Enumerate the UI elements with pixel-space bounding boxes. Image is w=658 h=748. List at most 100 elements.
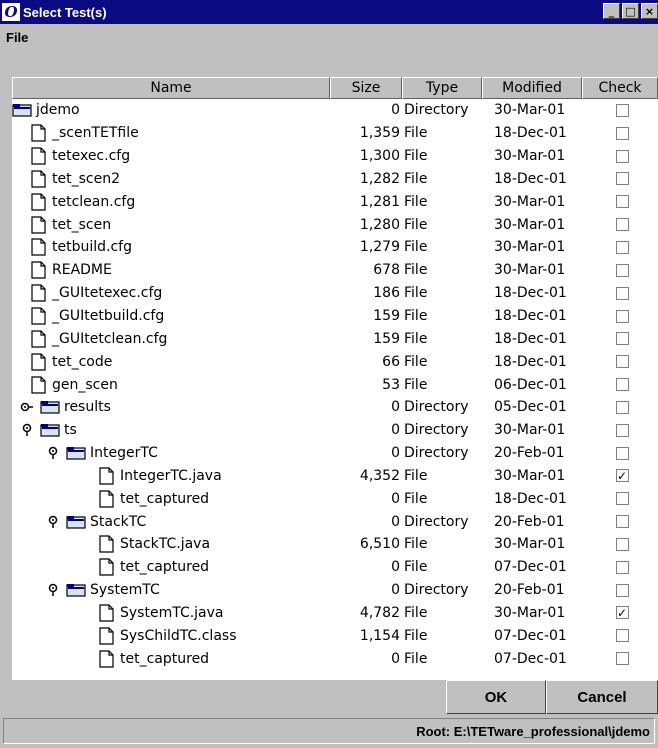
size-cell: 0 [391,650,400,667]
table-row[interactable]: IntegerTC 0 Directory 20-Feb-01 [12,442,658,465]
size-cell: 678 [373,262,400,279]
type-cell: File [404,650,428,667]
test-checkbox[interactable] [615,172,629,186]
name-label: StackTC.java [120,536,211,553]
check-cell [582,190,658,213]
table-row[interactable]: tetexec.cfg 1,300 File 30-Mar-01 [12,145,658,168]
test-checkbox[interactable] [615,400,629,414]
table-row[interactable]: tet_scen2 1,282 File 18-Dec-01 [12,168,658,191]
tree-expanded-handle-icon[interactable] [46,583,60,597]
test-checkbox[interactable]: ✓ [615,606,629,620]
name-label: SysChildTC.class [120,627,237,644]
table-row[interactable]: tet_scen 1,280 File 30-Mar-01 [12,213,658,236]
test-checkbox[interactable] [615,629,629,643]
name-cell: tet_captured [12,556,330,579]
name-cell: _GUItetexec.cfg [12,282,330,305]
cancel-button[interactable]: Cancel [546,680,658,714]
table-row[interactable]: SystemTC 0 Directory 20-Feb-01 [12,579,658,602]
type-cell: Directory [404,445,469,462]
name-label: gen_scen [52,376,118,393]
test-checkbox[interactable] [615,218,629,232]
test-checkbox[interactable] [615,378,629,392]
tree-collapsed-handle-icon[interactable] [20,400,34,414]
table-row[interactable]: tet_code 66 File 18-Dec-01 [12,350,658,373]
minimize-button[interactable]: _ [603,3,620,19]
check-cell [582,327,658,350]
folder-icon [40,401,60,414]
test-checkbox[interactable] [615,583,629,597]
type-cell: File [404,604,428,621]
size-cell: 159 [373,308,400,325]
test-checkbox[interactable] [615,332,629,346]
size-cell: 4,782 [359,604,400,621]
file-icon [31,353,46,371]
table-row[interactable]: IntegerTC.java 4,352 File 30-Mar-01 ✓ [12,465,658,488]
table-row[interactable]: StackTC 0 Directory 20-Feb-01 [12,510,658,533]
type-cell: File [404,467,428,484]
column-header-name[interactable]: Name [12,77,330,99]
table-row[interactable]: tetclean.cfg 1,281 File 30-Mar-01 [12,190,658,213]
table-row[interactable]: _scenTETfile 1,359 File 18-Dec-01 [12,122,658,145]
table-row[interactable]: ts 0 Directory 30-Mar-01 [12,419,658,442]
modified-cell: 18-Dec-01 [494,490,567,507]
table-row[interactable]: SystemTC.java 4,782 File 30-Mar-01 ✓ [12,602,658,625]
type-cell: File [404,262,428,279]
size-cell: 1,359 [359,125,400,142]
table-row[interactable]: gen_scen 53 File 06-Dec-01 [12,373,658,396]
tree-expanded-handle-icon[interactable] [46,446,60,460]
ok-button[interactable]: OK [446,680,546,714]
name-label: results [64,399,111,416]
table-row[interactable]: tet_captured 0 File 07-Dec-01 [12,647,658,670]
test-checkbox[interactable] [615,537,629,551]
test-checkbox[interactable] [615,355,629,369]
test-checkbox[interactable] [615,240,629,254]
test-checkbox[interactable] [615,286,629,300]
name-cell: _scenTETfile [12,122,330,145]
column-header-modified[interactable]: Modified [482,77,582,99]
test-checkbox[interactable] [615,195,629,209]
test-checkbox[interactable] [615,492,629,506]
table-row[interactable]: results 0 Directory 05-Dec-01 [12,396,658,419]
check-cell [582,579,658,602]
name-cell: tet_scen [12,213,330,236]
table-row[interactable]: SysChildTC.class 1,154 File 07-Dec-01 [12,624,658,647]
test-checkbox[interactable] [615,515,629,529]
file-icon [31,375,46,394]
column-header-check[interactable]: Check [582,77,658,99]
table-row[interactable]: README 678 File 30-Mar-01 [12,259,658,282]
table-row[interactable]: _GUItetbuild.cfg 159 File 18-Dec-01 [12,305,658,328]
name-cell: SysChildTC.class [12,624,330,647]
menu-file[interactable]: File [0,30,34,45]
table-row[interactable]: StackTC.java 6,510 File 30-Mar-01 [12,533,658,556]
column-header-type[interactable]: Type [402,77,482,99]
test-checkbox[interactable] [615,446,629,460]
test-checkbox[interactable]: ✓ [615,469,629,483]
test-checkbox[interactable] [615,423,629,437]
size-cell: 0 [391,399,400,416]
table-row[interactable]: tet_captured 0 File 07-Dec-01 [12,556,658,579]
name-label: ts [64,422,77,439]
table-row[interactable]: _GUItetclean.cfg 159 File 18-Dec-01 [12,327,658,350]
maximize-button[interactable]: □ [622,3,639,19]
tree-expanded-handle-icon[interactable] [20,423,34,437]
column-header-size[interactable]: Size [330,77,402,99]
test-checkbox[interactable] [615,126,629,140]
check-cell [582,122,658,145]
root-path: Root: E:\TETware_professional\jdemo [3,718,655,744]
table-row[interactable]: _GUItetexec.cfg 186 File 18-Dec-01 [12,282,658,305]
test-checkbox[interactable] [615,103,629,117]
name-cell: ts [12,419,330,442]
test-checkbox[interactable] [615,309,629,323]
close-button[interactable]: × [641,3,658,19]
test-checkbox[interactable] [615,652,629,666]
type-cell: File [404,170,428,187]
test-checkbox[interactable] [615,560,629,574]
tree-expanded-handle-icon[interactable] [46,515,60,529]
test-checkbox[interactable] [615,263,629,277]
size-cell: 1,280 [359,216,400,233]
test-checkbox[interactable] [615,149,629,163]
modified-cell: 06-Dec-01 [494,376,567,393]
table-row[interactable]: jdemo 0 Directory 30-Mar-01 [12,99,658,122]
table-row[interactable]: tetbuild.cfg 1,279 File 30-Mar-01 [12,236,658,259]
table-row[interactable]: tet_captured 0 File 18-Dec-01 [12,487,658,510]
